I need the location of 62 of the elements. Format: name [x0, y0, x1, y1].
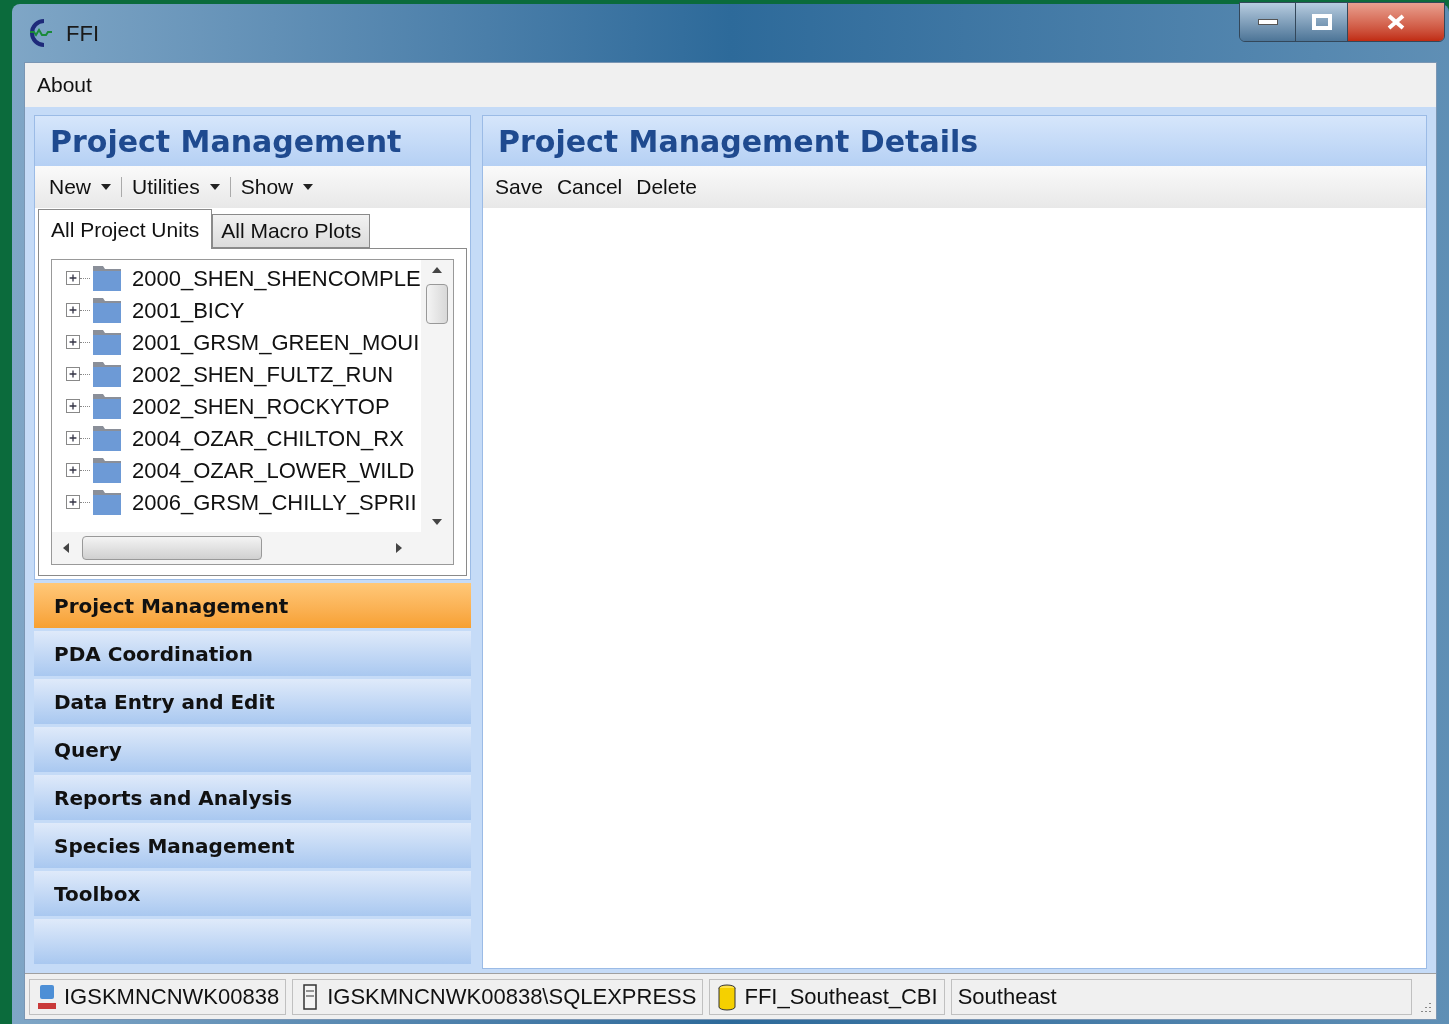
scroll-right-icon: [395, 542, 403, 554]
tree-item-label[interactable]: 2004_OZAR_CHILTON_RX: [132, 421, 404, 455]
expander-icon[interactable]: [66, 367, 80, 381]
tree-item-label[interactable]: 2002_SHEN_FULTZ_RUN: [132, 357, 394, 391]
menu-item[interactable]: About: [37, 69, 92, 101]
status-text: FFI_Southeast_CBI: [744, 983, 938, 1011]
folder-icon: [92, 392, 122, 420]
toolbar-button[interactable]: Save: [495, 171, 543, 203]
folder-icon: [92, 360, 122, 388]
toolbar-menu-button[interactable]: New: [47, 171, 113, 203]
status-text: Southeast: [957, 983, 1057, 1011]
expander-icon[interactable]: [66, 335, 80, 349]
scroll-thumb[interactable]: [426, 284, 448, 324]
navigation-button[interactable]: Reports and Analysis: [34, 775, 471, 820]
expander-icon[interactable]: [66, 303, 80, 317]
panel-title: Project Management: [35, 116, 470, 166]
tree-item-label[interactable]: 2001_GRSM_GREEN_MOUI: [132, 325, 420, 359]
navigation-button[interactable]: Project Management: [34, 583, 471, 628]
toolbar-menu-button[interactable]: Utilities: [130, 171, 222, 203]
minimize-button[interactable]: [1240, 3, 1296, 41]
scroll-thumb[interactable]: [82, 536, 262, 560]
database-icon: [716, 982, 739, 1011]
folder-icon: [92, 264, 122, 292]
navigation-button[interactable]: Toolbox: [34, 871, 471, 916]
tree-item-label[interactable]: 2006_GRSM_CHILLY_SPRII: [132, 485, 417, 519]
tree-item-label[interactable]: 2002_SHEN_ROCKYTOP: [132, 389, 390, 423]
tree-item-label[interactable]: 2001_BICY: [132, 293, 245, 327]
tab[interactable]: All Project Units: [38, 209, 213, 249]
tree-item-label[interactable]: 2004_OZAR_LOWER_WILD: [132, 453, 415, 487]
expander-icon[interactable]: [66, 271, 80, 285]
scroll-up-icon: [431, 266, 443, 274]
status-text: IGSKMNCNWK00838: [64, 983, 280, 1011]
navigation-button[interactable]: Species Management: [34, 823, 471, 868]
tree-item-label[interactable]: 2000_SHEN_SHENCOMPLE: [132, 261, 421, 295]
scroll-left-icon: [62, 542, 70, 554]
folder-icon: [92, 488, 122, 516]
navigation-button[interactable]: Data Entry and Edit: [34, 679, 471, 724]
toolbar-menu-button[interactable]: Show: [238, 171, 316, 203]
close-icon: [1386, 14, 1406, 30]
maximize-button[interactable]: [1296, 3, 1348, 41]
expander-icon[interactable]: [66, 399, 80, 413]
window-title: FFI: [66, 19, 99, 48]
navigation-button[interactable]: Query: [34, 727, 471, 772]
vertical-scrollbar[interactable]: [421, 260, 453, 532]
horizontal-scrollbar[interactable]: [52, 532, 453, 564]
tab[interactable]: All Macro Plots: [212, 214, 371, 248]
toolbar-button[interactable]: Cancel: [556, 171, 623, 203]
folder-icon: [92, 424, 122, 452]
computer-icon: [36, 982, 58, 1011]
scroll-down-icon: [431, 518, 443, 526]
expander-icon[interactable]: [66, 431, 80, 445]
toolbar-button[interactable]: Delete: [636, 171, 697, 203]
navigation-button[interactable]: PDA Coordination: [34, 631, 471, 676]
expander-icon[interactable]: [66, 463, 80, 477]
folder-icon: [92, 328, 122, 356]
folder-icon: [92, 456, 122, 484]
panel-title: Project Management Details: [483, 116, 1426, 166]
status-text: IGSKMNCNWK00838\SQLEXPRESS: [327, 983, 697, 1011]
expander-icon[interactable]: [66, 495, 80, 509]
folder-icon: [92, 296, 122, 324]
resize-grip-icon[interactable]: [1418, 1001, 1432, 1015]
close-button[interactable]: [1348, 3, 1444, 41]
